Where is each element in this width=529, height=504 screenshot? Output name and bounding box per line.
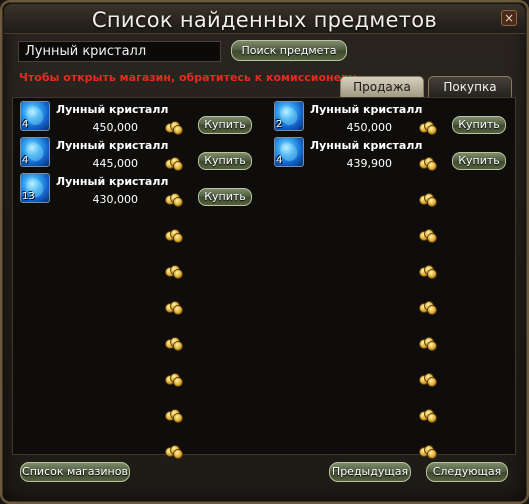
item-name: Лунный кристалл [310,139,423,152]
moon-crystal-icon[interactable]: 4 [20,101,50,131]
adena-icon [165,265,185,279]
coin-shape [427,449,437,459]
listing-row[interactable]: 13 Лунный кристалл 430,000 Купить [20,173,260,209]
listing-row[interactable]: 4 Лунный кристалл 450,000 Купить [20,101,260,137]
coin-shape [173,269,183,279]
item-quantity: 2 [276,119,283,130]
empty-listing-slot [20,425,260,461]
item-price: 439,900 [346,157,393,170]
coin-shape [427,269,437,279]
empty-listing-slot [274,245,514,281]
empty-listing-slot [20,281,260,317]
buy-button[interactable]: Купить [198,152,252,170]
coin-shape [427,233,437,243]
empty-listing-slot [20,245,260,281]
listing-row[interactable]: 4 Лунный кристалл 439,900 Купить [274,137,514,173]
empty-listing-slot [274,353,514,389]
coin-shape [427,125,437,135]
close-icon[interactable]: × [501,10,517,26]
coin-shape [427,197,437,207]
coin-shape [173,449,183,459]
empty-listing-slot [274,209,514,245]
empty-listing-slot [20,353,260,389]
item-quantity: 4 [22,155,29,166]
item-price: 430,000 [92,193,139,206]
coin-shape [427,377,437,387]
coin-shape [427,341,437,351]
adena-icon [419,193,439,207]
adena-icon [419,445,439,459]
moon-crystal-icon[interactable]: 2 [274,101,304,131]
adena-icon [419,409,439,423]
moon-crystal-icon[interactable]: 4 [20,137,50,167]
tab-buy[interactable]: Покупка [428,76,512,98]
coin-shape [173,305,183,315]
listing-row[interactable]: 4 Лунный кристалл 445,000 Купить [20,137,260,173]
adena-icon [165,157,185,171]
coin-shape [173,233,183,243]
coin-shape [173,413,183,423]
coin-shape [173,125,183,135]
coin-shape [173,161,183,171]
item-name: Лунный кристалл [310,103,423,116]
coin-shape [173,341,183,351]
coin-shape [427,305,437,315]
adena-icon [165,301,185,315]
empty-listing-slot [274,281,514,317]
item-price: 450,000 [346,121,393,134]
adena-icon [165,337,185,351]
item-quantity: 4 [276,155,283,166]
search-item-button[interactable]: Поиск предмета [231,40,347,61]
moon-crystal-icon[interactable]: 4 [274,137,304,167]
shop-list-button[interactable]: Список магазинов [20,462,130,482]
adena-icon [165,229,185,243]
coin-shape [173,197,183,207]
adena-icon [419,157,439,171]
previous-page-button[interactable]: Предыдущая [329,462,411,482]
moon-crystal-icon[interactable]: 13 [20,173,50,203]
buy-button[interactable]: Купить [452,152,506,170]
tab-sell[interactable]: Продажа [340,76,424,98]
adena-icon [165,409,185,423]
item-name: Лунный кристалл [56,139,169,152]
coin-shape [427,413,437,423]
adena-icon [165,121,185,135]
adena-icon [419,301,439,315]
buy-button[interactable]: Купить [198,116,252,134]
item-quantity: 4 [22,119,29,130]
empty-listing-slot [274,425,514,461]
adena-icon [165,373,185,387]
adena-icon [165,445,185,459]
item-price: 445,000 [92,157,139,170]
empty-listing-slot [274,173,514,209]
item-name: Лунный кристалл [56,175,169,188]
search-input[interactable] [18,41,221,62]
empty-listing-slot [20,209,260,245]
adena-icon [419,229,439,243]
item-quantity: 13 [22,191,35,202]
adena-icon [165,193,185,207]
shop-notice: Чтобы открыть магазин, обратитесь к коми… [19,71,361,84]
adena-icon [419,373,439,387]
item-name: Лунный кристалл [56,103,169,116]
empty-listing-slot [20,317,260,353]
coin-shape [427,161,437,171]
empty-listing-slot [274,389,514,425]
item-price: 450,000 [92,121,139,134]
titlebar[interactable]: Список найденных предметов × [4,4,525,34]
listing-row[interactable]: 2 Лунный кристалл 450,000 Купить [274,101,514,137]
adena-icon [419,265,439,279]
empty-listing-slot [274,317,514,353]
next-page-button[interactable]: Следующая [426,462,508,482]
adena-icon [419,121,439,135]
buy-button[interactable]: Купить [198,188,252,206]
coin-shape [173,377,183,387]
window-title: Список найденных предметов [91,8,438,32]
adena-icon [419,337,439,351]
empty-listing-slot [20,389,260,425]
buy-button[interactable]: Купить [452,116,506,134]
